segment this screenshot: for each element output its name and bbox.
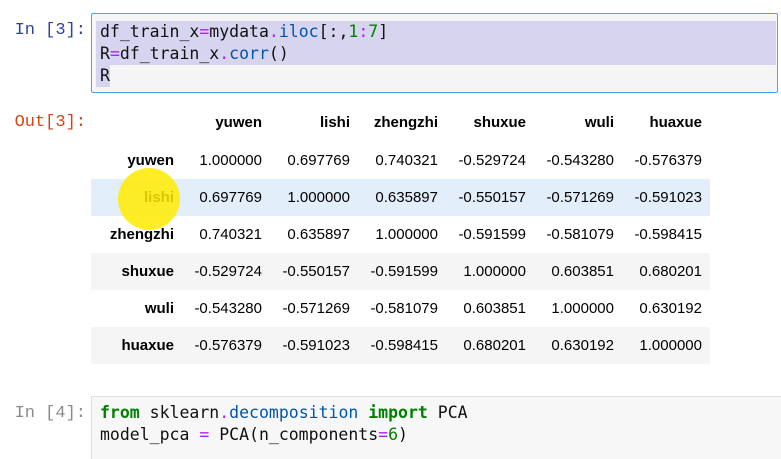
column-header: wuli — [584, 113, 614, 131]
row-index: yuwen — [127, 152, 174, 169]
table-cell: -0.591599 — [458, 226, 526, 243]
column-header: zhengzhi — [373, 113, 438, 131]
table-cell: -0.543280 — [194, 300, 262, 317]
table-cell: 1.000000 — [639, 337, 702, 354]
code-line-4: from sklearn.decomposition import PCA — [100, 403, 468, 422]
correlation-dataframe: yuwen lishi zhengzhi shuxue wuli huaxue … — [91, 102, 710, 364]
code-line-5: model_pca = PCA(n_components=6) — [100, 425, 408, 444]
dataframe-header-row: yuwen lishi zhengzhi shuxue wuli huaxue — [91, 102, 710, 142]
table-cell: -0.571269 — [546, 189, 614, 206]
table-cell: -0.591023 — [282, 337, 350, 354]
column-header: shuxue — [473, 113, 526, 131]
code-line-1: df_train_x=mydata.iloc[:,1:7] — [100, 22, 389, 41]
table-cell: 0.603851 — [551, 263, 614, 280]
table-cell: -0.591599 — [370, 263, 438, 280]
cell-3-in-prompt: In [3]: — [14, 21, 86, 40]
table-cell: 0.740321 — [199, 226, 262, 243]
code-line-2: R=df_train_x.corr() — [100, 44, 289, 63]
row-index: huaxue — [121, 337, 174, 354]
table-cell: 0.635897 — [287, 226, 350, 243]
table-cell: -0.543280 — [546, 152, 614, 169]
row-index: lishi — [143, 189, 174, 206]
table-cell: -0.550157 — [282, 263, 350, 280]
table-cell: 0.630192 — [639, 300, 702, 317]
table-cell: 1.000000 — [287, 189, 350, 206]
table-cell: 0.697769 — [199, 189, 262, 206]
table-cell: 0.680201 — [463, 337, 526, 354]
table-cell: 0.630192 — [551, 337, 614, 354]
table-row-hovered: lishi 0.697769 1.000000 0.635897 -0.5501… — [91, 179, 710, 216]
table-cell: 0.635897 — [375, 189, 438, 206]
table-cell: -0.598415 — [634, 226, 702, 243]
table-cell: -0.598415 — [370, 337, 438, 354]
table-cell: -0.576379 — [634, 152, 702, 169]
table-cell: 0.680201 — [639, 263, 702, 280]
table-cell: 0.740321 — [375, 152, 438, 169]
table-cell: -0.581079 — [546, 226, 614, 243]
code-line-3: R — [100, 66, 110, 85]
row-index: wuli — [144, 300, 174, 317]
table-cell: -0.591023 — [634, 189, 702, 206]
column-header: yuwen — [215, 113, 262, 131]
cell-4-in-prompt: In [4]: — [14, 404, 86, 423]
table-cell: 1.000000 — [463, 263, 526, 280]
column-header: huaxue — [649, 113, 702, 131]
table-cell: -0.576379 — [194, 337, 262, 354]
table-cell: -0.529724 — [194, 263, 262, 280]
cell-3-out-prompt: Out[3]: — [14, 113, 86, 132]
index-header — [91, 102, 182, 142]
table-cell: 0.697769 — [287, 152, 350, 169]
table-cell: -0.550157 — [458, 189, 526, 206]
table-cell: -0.529724 — [458, 152, 526, 169]
table-cell: 1.000000 — [551, 300, 614, 317]
row-index: zhengzhi — [109, 226, 174, 243]
table-row: zhengzhi 0.740321 0.635897 1.000000 -0.5… — [91, 216, 710, 253]
table-row: huaxue -0.576379 -0.591023 -0.598415 0.6… — [91, 327, 710, 364]
table-cell: -0.581079 — [370, 300, 438, 317]
table-row: wuli -0.543280 -0.571269 -0.581079 0.603… — [91, 290, 710, 327]
table-cell: -0.571269 — [282, 300, 350, 317]
column-header: lishi — [319, 113, 350, 131]
row-index: shuxue — [121, 263, 174, 280]
table-row: shuxue -0.529724 -0.550157 -0.591599 1.0… — [91, 253, 710, 290]
table-row: yuwen 1.000000 0.697769 0.740321 -0.5297… — [91, 142, 710, 179]
table-cell: 1.000000 — [375, 226, 438, 243]
table-cell: 0.603851 — [463, 300, 526, 317]
table-cell: 1.000000 — [199, 152, 262, 169]
